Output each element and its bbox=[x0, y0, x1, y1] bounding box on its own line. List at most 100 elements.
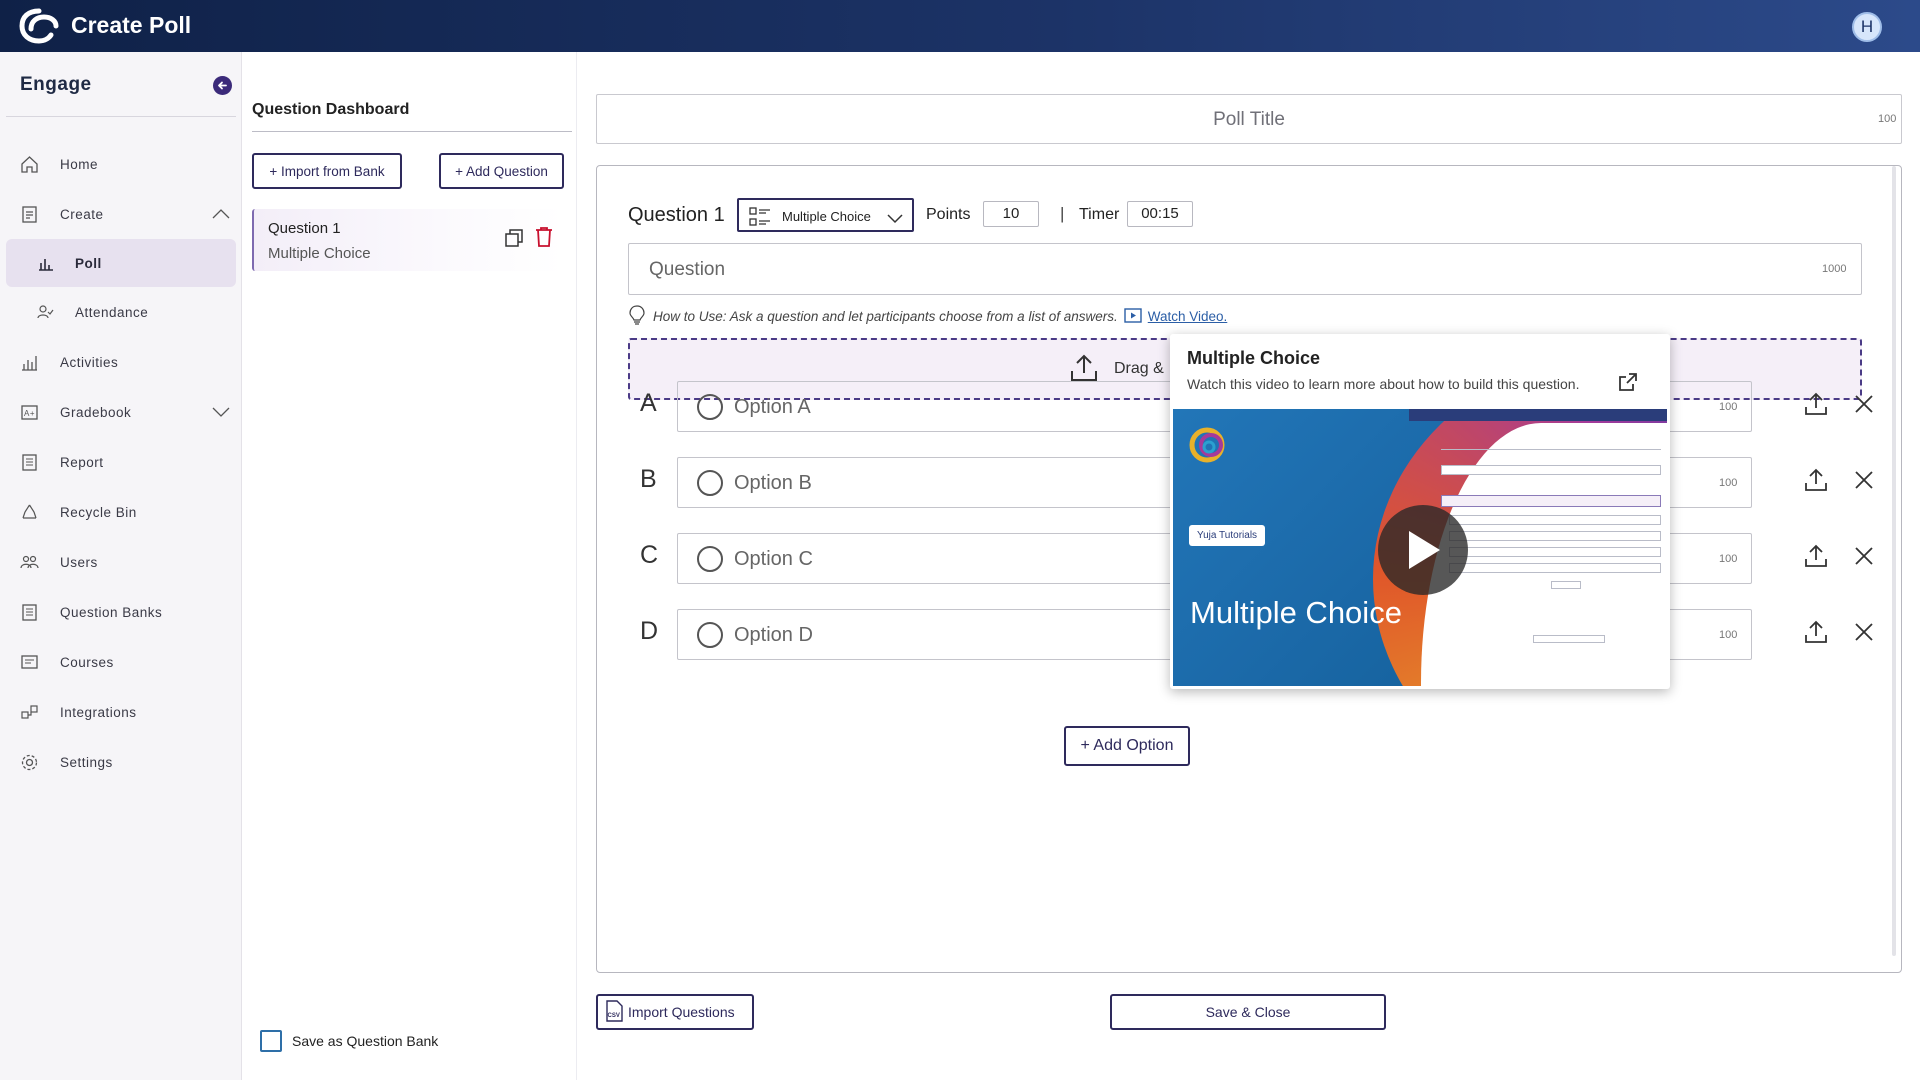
sidebar-item-label: Gradebook bbox=[60, 404, 132, 420]
sidebar-item-label: Create bbox=[60, 206, 104, 222]
sidebar-divider bbox=[6, 116, 236, 117]
popover-description: Watch this video to learn more about how… bbox=[1187, 376, 1580, 392]
chevron-up-icon bbox=[212, 207, 230, 222]
lightbulb-icon bbox=[629, 305, 645, 328]
option-radio[interactable] bbox=[697, 622, 723, 648]
collapse-sidebar-button[interactable] bbox=[213, 76, 232, 95]
option-letter: D bbox=[640, 617, 659, 645]
svg-text:CSV: CSV bbox=[608, 1013, 620, 1019]
option-placeholder: Option A bbox=[734, 396, 811, 418]
sidebar-item-label: Activities bbox=[60, 354, 119, 370]
import-questions-label: Import Questions bbox=[628, 1004, 735, 1020]
upload-icon[interactable] bbox=[1804, 392, 1828, 421]
question-type-select[interactable]: Multiple Choice bbox=[737, 198, 914, 232]
upload-icon[interactable] bbox=[1804, 620, 1828, 649]
mini-option bbox=[1449, 563, 1661, 573]
sidebar-item-label: Integrations bbox=[60, 704, 137, 720]
play-button[interactable] bbox=[1378, 505, 1468, 595]
sidebar-item-recycle-bin[interactable]: Recycle Bin bbox=[6, 488, 236, 536]
close-icon[interactable] bbox=[1854, 546, 1874, 571]
multiple-choice-icon bbox=[749, 206, 771, 233]
option-radio[interactable] bbox=[697, 470, 723, 496]
question-number-label: Question 1 bbox=[628, 204, 725, 226]
sidebar-item-courses[interactable]: Courses bbox=[6, 638, 236, 686]
option-char-limit: 100 bbox=[1719, 477, 1738, 489]
sidebar-item-question-banks[interactable]: Question Banks bbox=[6, 588, 236, 636]
recycle-icon bbox=[20, 503, 39, 522]
sidebar-item-create[interactable]: Create bbox=[6, 190, 236, 238]
sidebar-brand: Engage bbox=[20, 74, 92, 95]
upload-icon[interactable] bbox=[1804, 468, 1828, 497]
poll-icon bbox=[36, 254, 55, 273]
courses-icon bbox=[20, 653, 39, 672]
question-type-value: Multiple Choice bbox=[782, 209, 871, 224]
save-as-bank-checkbox[interactable] bbox=[260, 1030, 282, 1052]
points-label: Points bbox=[926, 206, 971, 223]
question-banks-icon bbox=[20, 603, 39, 622]
close-icon[interactable] bbox=[1854, 394, 1874, 419]
create-icon bbox=[20, 205, 39, 224]
option-radio[interactable] bbox=[697, 546, 723, 572]
upload-icon[interactable] bbox=[1804, 544, 1828, 573]
sidebar-item-users[interactable]: Users bbox=[6, 538, 236, 586]
scrollbar[interactable] bbox=[1892, 166, 1896, 956]
option-placeholder: Option C bbox=[734, 548, 813, 570]
mini-add-option bbox=[1551, 581, 1581, 589]
points-input[interactable]: 10 bbox=[983, 201, 1039, 227]
option-placeholder: Option D bbox=[734, 624, 813, 646]
sidebar-item-activities[interactable]: Activities bbox=[6, 338, 236, 386]
poll-title-input[interactable]: Poll Title 100 bbox=[596, 94, 1902, 144]
option-radio[interactable] bbox=[697, 394, 723, 420]
timer-input[interactable]: 00:15 bbox=[1127, 201, 1193, 227]
mini-option bbox=[1449, 515, 1661, 525]
sidebar-item-gradebook[interactable]: A+ Gradebook bbox=[6, 388, 236, 436]
csv-icon: CSV bbox=[605, 999, 623, 1025]
close-icon[interactable] bbox=[1854, 622, 1874, 647]
question-char-limit: 1000 bbox=[1822, 263, 1847, 275]
sidebar-item-label: Home bbox=[60, 156, 99, 172]
duplicate-icon[interactable] bbox=[504, 228, 524, 253]
home-icon bbox=[20, 155, 39, 174]
sidebar-item-integrations[interactable]: Integrations bbox=[6, 688, 236, 736]
sidebar-item-label: Report bbox=[60, 454, 104, 470]
integrations-icon bbox=[20, 703, 39, 722]
left-sidebar: Engage Home Create Poll Attendance Activ… bbox=[0, 52, 242, 1080]
mini-option bbox=[1449, 547, 1661, 557]
popover-title: Multiple Choice bbox=[1187, 348, 1321, 368]
sidebar-item-label: Attendance bbox=[75, 304, 149, 320]
save-close-button[interactable]: Save & Close bbox=[1110, 994, 1386, 1030]
app-title: Create Poll bbox=[71, 12, 192, 38]
question-placeholder: Question bbox=[649, 259, 726, 280]
sidebar-item-home[interactable]: Home bbox=[6, 140, 236, 188]
import-questions-button[interactable]: CSV Import Questions bbox=[596, 994, 754, 1030]
dashboard-divider bbox=[252, 131, 572, 132]
question-card-name: Question 1 bbox=[268, 220, 341, 237]
sidebar-item-report[interactable]: Report bbox=[6, 438, 236, 486]
mini-save-button bbox=[1533, 635, 1605, 643]
sidebar-item-poll[interactable]: Poll bbox=[6, 239, 236, 287]
import-from-bank-button[interactable]: + Import from Bank bbox=[252, 153, 402, 189]
mini-drop-zone bbox=[1441, 495, 1661, 507]
save-as-bank-row[interactable]: Save as Question Bank bbox=[260, 1030, 438, 1052]
question-text-input[interactable]: Question 1000 bbox=[628, 243, 1862, 295]
trash-icon[interactable] bbox=[534, 226, 554, 253]
add-option-button[interactable]: + Add Option bbox=[1064, 726, 1190, 766]
sidebar-item-settings[interactable]: Settings bbox=[6, 738, 236, 786]
separator: | bbox=[1060, 204, 1065, 223]
sidebar-item-attendance[interactable]: Attendance bbox=[6, 288, 236, 336]
video-thumbnail[interactable]: Yuja Tutorials Multiple Choice bbox=[1173, 409, 1667, 686]
watch-video-link[interactable]: Watch Video. bbox=[1148, 309, 1228, 324]
chevron-down-icon bbox=[887, 211, 903, 229]
external-link-icon[interactable] bbox=[1618, 372, 1638, 397]
users-icon bbox=[20, 553, 39, 572]
yuja-logo-icon bbox=[1187, 425, 1231, 470]
user-avatar[interactable]: H bbox=[1852, 12, 1882, 42]
close-icon[interactable] bbox=[1854, 470, 1874, 495]
question-card[interactable]: Question 1 Multiple Choice bbox=[252, 209, 563, 271]
chevron-down-icon bbox=[212, 405, 230, 420]
add-question-button[interactable]: + Add Question bbox=[439, 153, 564, 189]
poll-title-placeholder: Poll Title bbox=[1213, 109, 1285, 130]
mini-question-field bbox=[1441, 465, 1661, 475]
mini-option bbox=[1449, 531, 1661, 541]
top-bar: Create Poll H bbox=[0, 0, 1920, 52]
